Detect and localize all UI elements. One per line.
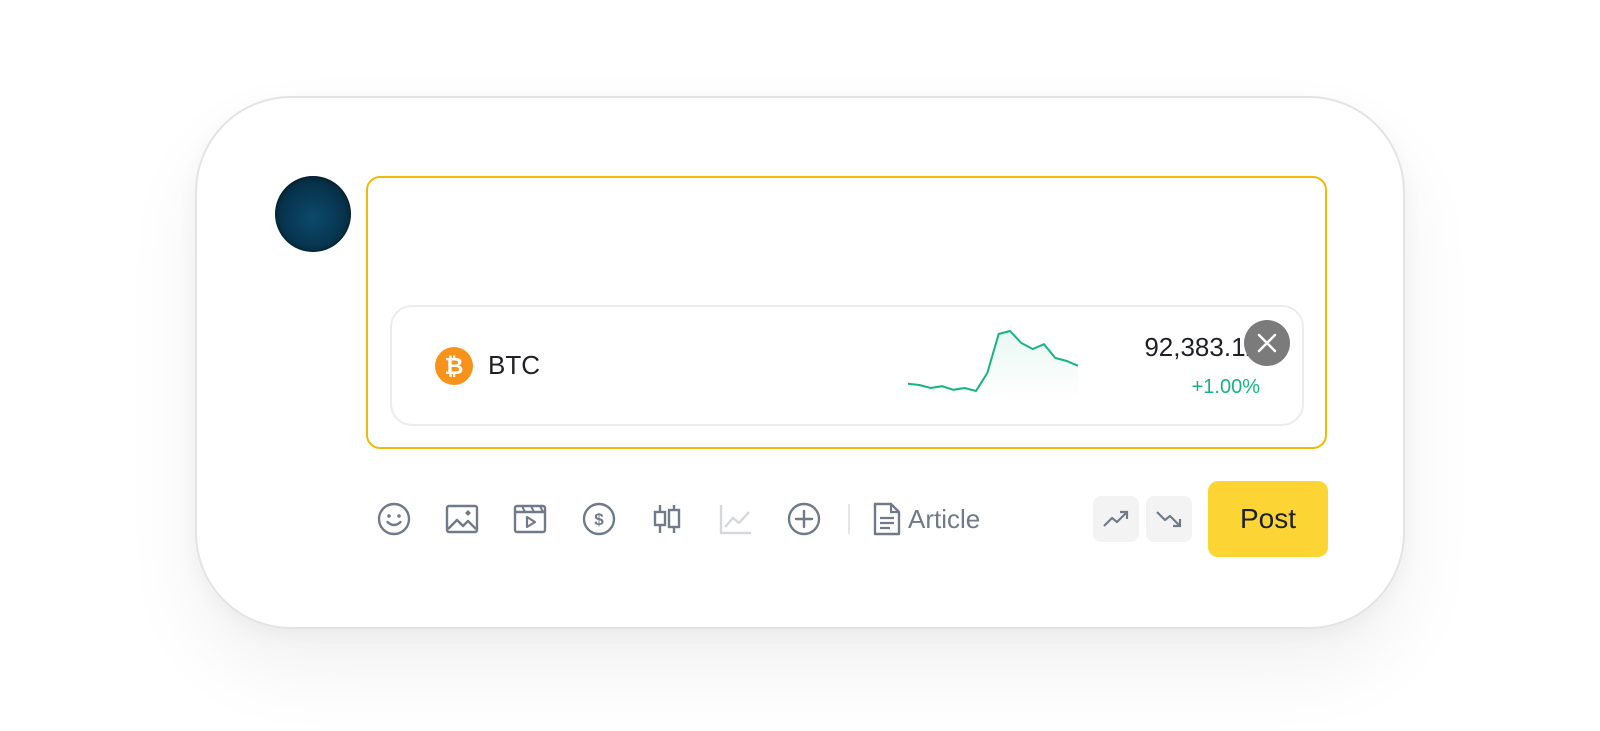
svg-text:$: $ bbox=[594, 510, 604, 529]
bearish-button[interactable] bbox=[1146, 496, 1192, 542]
document-icon bbox=[873, 502, 901, 536]
image-button[interactable] bbox=[440, 497, 484, 541]
candlestick-icon bbox=[653, 505, 681, 533]
video-icon bbox=[513, 504, 547, 534]
ticker-change: +1.00% bbox=[1191, 376, 1260, 398]
line-chart-icon bbox=[719, 505, 751, 535]
close-icon bbox=[1257, 333, 1277, 353]
article-label: Article bbox=[908, 503, 981, 534]
ticker-price: 92,383.12 bbox=[1144, 332, 1260, 362]
candlestick-button[interactable] bbox=[645, 497, 689, 541]
ticker-symbol: BTC bbox=[488, 350, 540, 380]
remove-ticker-button[interactable] bbox=[1244, 320, 1290, 366]
line-chart-button[interactable] bbox=[713, 497, 757, 541]
avatar[interactable] bbox=[275, 176, 351, 252]
more-button[interactable] bbox=[782, 497, 826, 541]
post-button[interactable]: Post bbox=[1208, 481, 1328, 557]
tip-button[interactable]: $ bbox=[577, 497, 621, 541]
article-button[interactable]: Article bbox=[872, 499, 980, 539]
trend-up-icon bbox=[1103, 510, 1129, 527]
toolbar-divider bbox=[848, 504, 850, 534]
image-icon bbox=[445, 504, 479, 534]
bullish-button[interactable] bbox=[1093, 496, 1139, 542]
video-button[interactable] bbox=[508, 497, 552, 541]
emoji-icon bbox=[377, 502, 411, 536]
btc-logo-icon: ₿ bbox=[435, 347, 473, 385]
dollar-icon: $ bbox=[582, 502, 616, 536]
emoji-button[interactable] bbox=[372, 497, 416, 541]
trend-down-icon bbox=[1156, 511, 1182, 528]
sparkline-area bbox=[908, 331, 1078, 399]
plus-circle-icon bbox=[787, 502, 821, 536]
price-sparkline bbox=[907, 329, 1079, 399]
